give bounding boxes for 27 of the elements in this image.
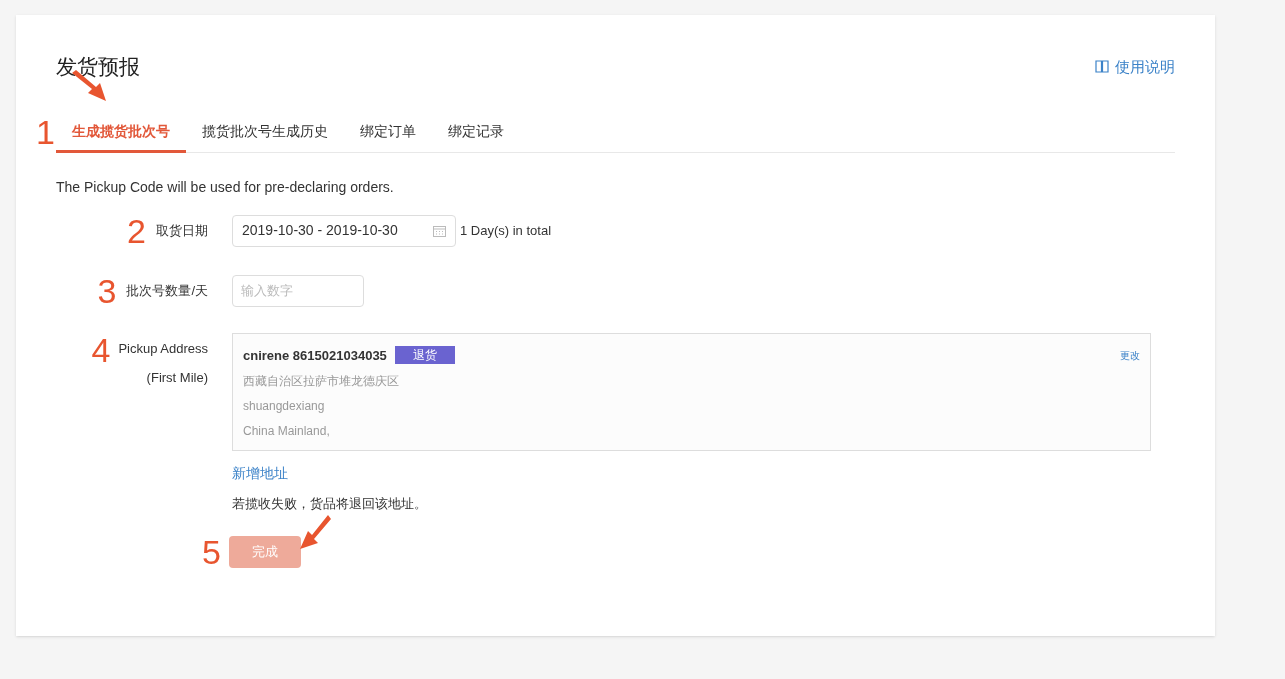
annotation-number: 3 [97, 273, 117, 308]
contact-name-phone: cnirene 8615021034035 [243, 346, 387, 365]
address-line: shuangdexiang [243, 398, 326, 415]
field-label: 批次号数量/天 [126, 281, 208, 300]
day-count-text: 1 Day(s) in total [460, 221, 552, 240]
help-link-text: 使用说明 [1115, 56, 1175, 77]
help-link[interactable]: 使用说明 [1095, 55, 1175, 78]
return-tag: 退货 [394, 346, 455, 365]
tab[interactable]: 绑定记录 [432, 112, 520, 153]
description-text: The Pickup Code will be used for pre-declaring orders. [56, 177, 395, 197]
field-label: (First Mile) [146, 369, 208, 387]
quantity-input[interactable]: 输入数字 [232, 274, 364, 307]
date-range-field[interactable]: 2019-10-30 - 2019-10-30 [232, 214, 456, 247]
annotation-number: 2 [127, 213, 146, 248]
address-line: 西藏自治区拉萨市堆龙德庆区 [243, 373, 400, 390]
annotation-number: 4 [91, 332, 111, 371]
edit-link[interactable]: 更改 [1120, 347, 1140, 363]
add-address-link[interactable]: 新增地址 [232, 462, 288, 484]
tab[interactable]: 生成揽货批次号 [56, 112, 186, 153]
field-label: 取货日期 [156, 221, 208, 240]
annotation-number: 5 [202, 535, 221, 569]
tab[interactable]: 绑定订单 [344, 112, 432, 153]
fallback-note: 若揽收失败，货品将退回该地址。 [232, 494, 428, 513]
field-label: Pickup Address [118, 339, 208, 358]
annotation-number: 1 [36, 114, 55, 149]
address-line: China Mainland, [243, 423, 331, 440]
tab[interactable]: 揽货批次号生成历史 [186, 112, 344, 153]
